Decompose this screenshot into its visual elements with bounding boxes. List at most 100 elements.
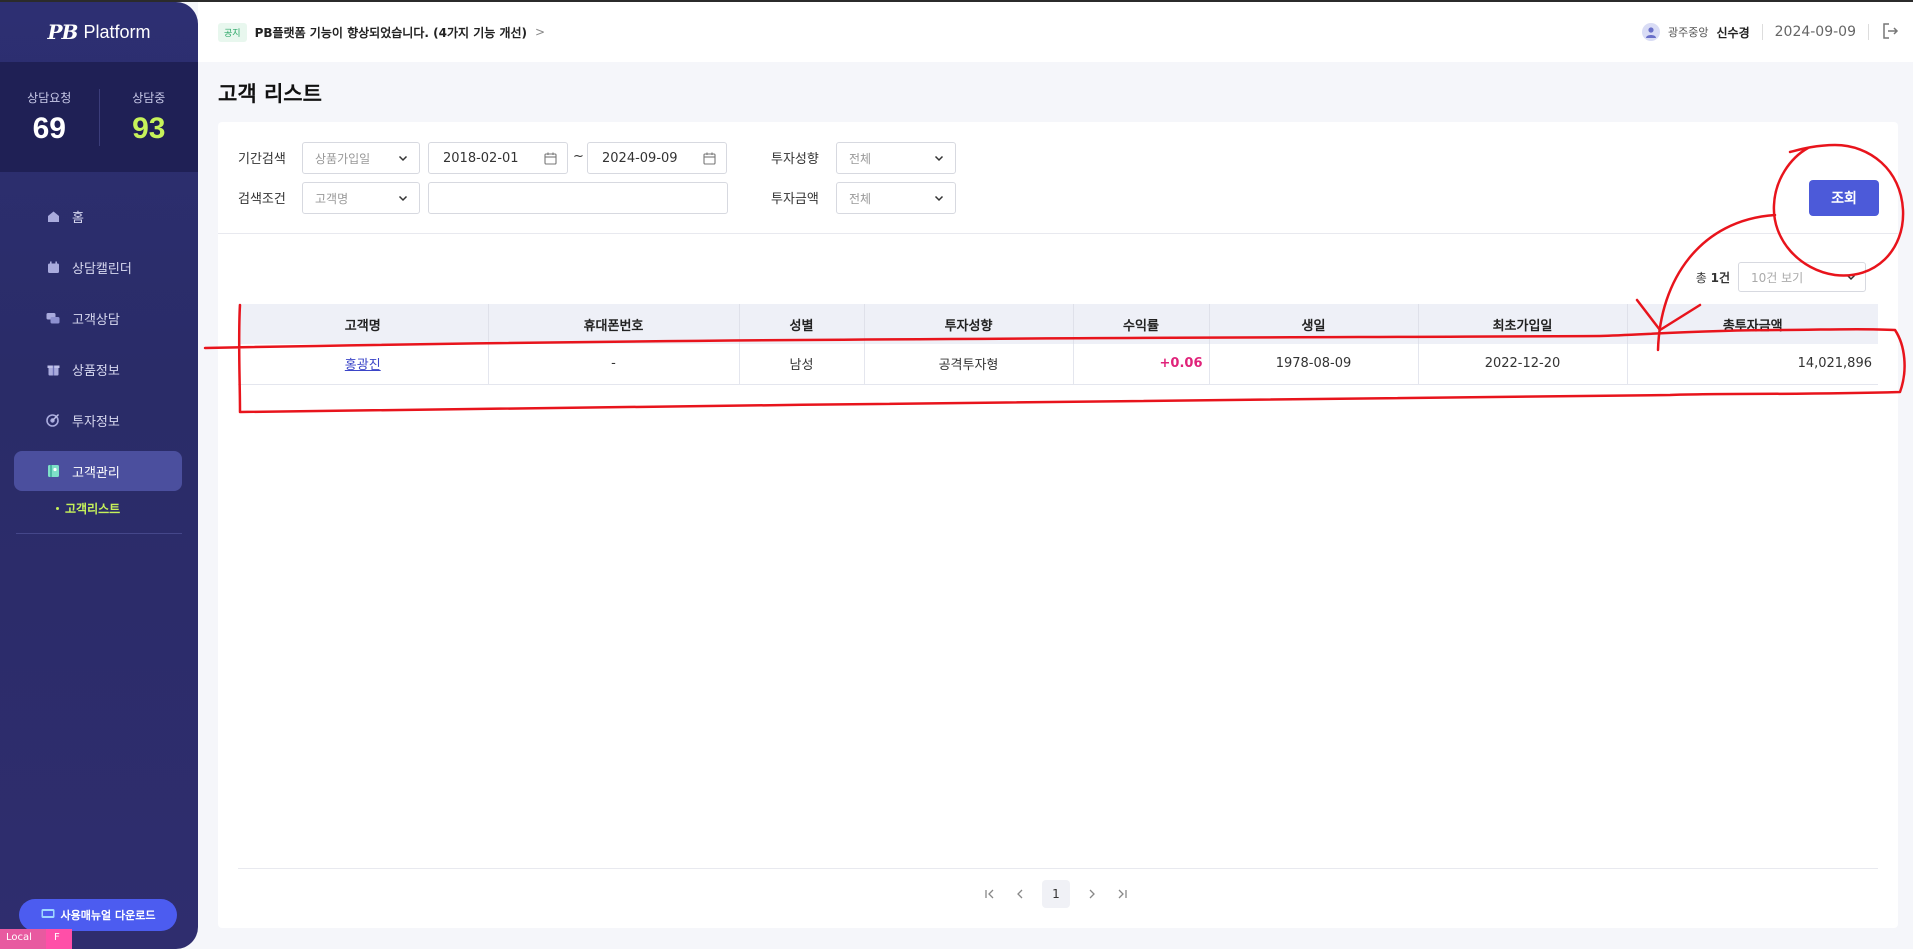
stat-value: 69 [32,111,66,145]
cell-join-date: 2022-12-20 [1418,344,1628,385]
sidebar-nav: 홈 상담캘린더 고객상담 상품정보 투자정보 고객관리 고객리스트 [0,172,198,534]
chevron-down-icon [1845,271,1857,286]
header-divider [1868,24,1869,40]
column-header[interactable]: 수익률 [1073,304,1210,344]
total-count-value: 1건 [1710,270,1730,285]
manual-download-button[interactable]: 사용매뉴얼 다운로드 [19,899,177,931]
date-range-separator: ~ [573,149,584,164]
column-header[interactable]: 성별 [739,304,865,344]
pagination-divider [238,868,1878,869]
cell-name: 홍광진 [238,344,489,385]
stat-label: 상담중 [132,90,166,105]
top-header: 공지 PB플랫폼 기능이 향상되었습니다. (4가지 기능 개선) > 광주중앙… [198,2,1913,62]
last-page-icon[interactable] [1114,886,1130,902]
notice-badge: 공지 [218,22,247,42]
column-header[interactable]: 고객명 [238,304,489,344]
chevron-down-icon [933,152,945,167]
header-date: 2024-09-09 [1774,24,1856,40]
invest-amount-value: 전체 [849,191,872,206]
page-size-select[interactable]: 10건 보기 [1738,262,1866,292]
sidebar-item-home[interactable]: 홈 [14,196,182,236]
consult-stats: 상담요청 69 상담중 93 [0,62,198,172]
cell-return-rate: +0.06 [1073,344,1210,385]
sidebar-item-label: 고객관리 [72,465,120,481]
sidebar-item-calendar[interactable]: 상담캘린더 [14,247,182,287]
user-name: 신수경 [1716,25,1750,40]
home-icon [46,209,60,223]
stat-requests[interactable]: 상담요청 69 [0,89,99,146]
period-type-value: 상품가입일 [315,151,371,166]
chevron-right-icon[interactable]: > [535,25,545,39]
invest-amount-select[interactable]: 전체 [836,182,956,214]
sidebar-item-label: 상품정보 [72,363,120,379]
column-header[interactable]: 투자성향 [864,304,1074,344]
invest-amount-label: 투자금액 [771,192,819,207]
sidebar: PB Platform 상담요청 69 상담중 93 홈 상담캘린더 고객상담 … [0,2,198,949]
column-header[interactable]: 총투자금액 [1627,304,1878,344]
search-condition-label: 검색조건 [238,192,286,207]
env-local-badge: Local [0,929,46,949]
logo-text: Platform [83,21,151,42]
first-page-icon[interactable] [982,886,998,902]
customer-list-panel: 기간검색 상품가입일 2018-02-01 ~ 2024-09-09 투자성향 … [218,122,1898,928]
sidebar-item-products[interactable]: 상품정보 [14,349,182,389]
period-type-select[interactable]: 상품가입일 [302,142,420,174]
table-header-row: 고객명 휴대폰번호 성별 투자성향 수익률 생일 최초가입일 총투자금액 [238,304,1878,344]
user-area: 광주중앙 신수경 2024-09-09 [1642,22,1899,43]
column-header[interactable]: 휴대폰번호 [488,304,740,344]
sidebar-item-label: 투자정보 [72,414,120,430]
stat-value: 93 [132,111,166,145]
page-number[interactable]: 1 [1042,880,1070,908]
search-type-value: 고객명 [315,191,349,206]
logout-icon[interactable] [1881,22,1899,43]
sidebar-item-consultation[interactable]: 고객상담 [14,298,182,338]
customer-name-link[interactable]: 홍광진 [345,358,381,373]
total-count: 총 1건 [1696,269,1730,286]
filter-area: 기간검색 상품가입일 2018-02-01 ~ 2024-09-09 투자성향 … [218,122,1898,234]
customer-book-icon [46,464,60,478]
next-page-icon[interactable] [1084,886,1100,902]
calendar-icon[interactable] [544,152,557,169]
results-toolbar: 총 1건 10건 보기 [1696,262,1866,292]
chevron-down-icon [933,192,945,207]
chevron-down-icon [397,152,409,167]
table-row[interactable]: 홍광진 - 남성 공격투자형 +0.06 1978-08-09 2022-12-… [238,344,1878,385]
page-title: 고객 리스트 [218,82,322,106]
invest-style-select[interactable]: 전체 [836,142,956,174]
date-to-input[interactable]: 2024-09-09 [587,142,727,174]
sidebar-item-investment[interactable]: 투자정보 [14,400,182,440]
search-input[interactable] [428,182,728,214]
invest-style-label: 투자성향 [771,152,819,167]
chevron-down-icon [397,192,409,207]
window-top-border [0,0,1913,2]
period-label: 기간검색 [238,152,286,167]
customer-table: 고객명 휴대폰번호 성별 투자성향 수익률 생일 최초가입일 총투자금액 홍광진… [238,304,1878,385]
column-header[interactable]: 생일 [1209,304,1419,344]
sidebar-subitem-label: 고객리스트 [65,502,121,516]
stat-in-progress[interactable]: 상담중 93 [98,88,199,146]
total-prefix: 총 [1695,270,1707,285]
column-header[interactable]: 최초가입일 [1418,304,1628,344]
search-type-select[interactable]: 고객명 [302,182,420,214]
sidebar-subitem-customer-list[interactable]: 고객리스트 [56,500,198,517]
notice-link[interactable]: PB플랫폼 기능이 향상되었습니다. (4가지 기능 개선) [255,24,527,41]
cell-phone: - [488,344,740,385]
prev-page-icon[interactable] [1012,886,1028,902]
date-from-input[interactable]: 2018-02-01 [428,142,568,174]
gift-icon [46,362,60,376]
env-flag-badge: F [46,929,72,949]
calendar-icon[interactable] [703,152,716,169]
search-button[interactable]: 조회 [1809,180,1879,216]
calendar-icon [46,260,60,274]
cell-invest-style: 공격투자형 [864,344,1074,385]
sidebar-divider [16,533,182,534]
sidebar-item-label: 고객상담 [72,312,120,328]
download-icon [41,908,55,922]
logo[interactable]: PB Platform [0,2,198,62]
page-size-value: 10건 보기 [1751,270,1804,285]
logo-mark: PB [47,20,79,44]
target-icon [46,413,60,427]
cell-birthday: 1978-08-09 [1209,344,1419,385]
sidebar-item-customer-management[interactable]: 고객관리 [14,451,182,491]
stat-label: 상담요청 [27,90,72,105]
